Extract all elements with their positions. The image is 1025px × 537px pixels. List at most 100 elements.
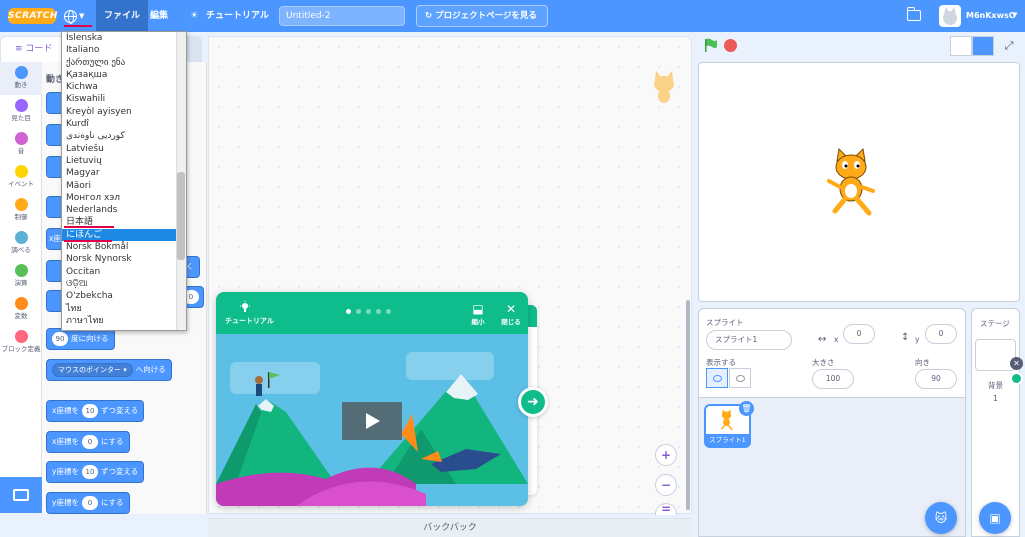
block-label: く — [186, 262, 194, 271]
avatar[interactable] — [939, 5, 961, 27]
size-input[interactable]: 100 — [812, 369, 854, 389]
language-option[interactable]: Norsk Nynorsk — [62, 253, 186, 265]
language-option[interactable]: کوردیی ناوەندی — [62, 130, 186, 142]
language-option[interactable]: Kreyòl ayisyen — [62, 106, 186, 118]
choose-backdrop-button[interactable]: ▣ — [979, 502, 1011, 534]
step-dot[interactable] — [386, 309, 391, 314]
add-extension-button[interactable] — [0, 477, 42, 513]
trash-icon: 🗑 — [741, 404, 752, 413]
category-my-blocks[interactable]: ブロック定義 — [0, 326, 42, 366]
category-looks[interactable]: 見た目 — [0, 95, 42, 128]
set-x-input[interactable]: 0 — [81, 435, 98, 449]
close-icon[interactable]: ✕ — [1010, 357, 1023, 370]
category-label: 変数 — [14, 312, 28, 320]
username[interactable]: M6nKxwsC — [966, 0, 1015, 32]
tab-code[interactable]: ≡ コード — [0, 36, 64, 62]
step-dot[interactable] — [366, 309, 371, 314]
category-label: 見た目 — [11, 114, 31, 122]
play-button[interactable] — [342, 402, 402, 440]
fullscreen-icon[interactable]: ⤢ — [998, 36, 1020, 56]
tutorial-video-thumbnail[interactable] — [216, 334, 528, 506]
language-option[interactable]: ଓଡ଼ିଆ — [62, 278, 186, 290]
green-flag-icon[interactable] — [704, 38, 718, 52]
step-dot[interactable] — [376, 309, 381, 314]
direction-input[interactable]: 90 — [915, 369, 957, 389]
language-option[interactable]: Latviešu — [62, 143, 186, 155]
step-dot[interactable] — [356, 309, 361, 314]
step-dot[interactable] — [346, 309, 351, 314]
category-events[interactable]: イベント — [0, 161, 42, 194]
sprite-cat[interactable] — [825, 147, 880, 217]
close-button[interactable]: ✕ 閉じる — [498, 302, 524, 326]
language-option[interactable]: Íslenska — [62, 32, 186, 44]
next-step-button[interactable]: ➜ — [518, 387, 548, 417]
zoom-in-button[interactable]: + — [655, 444, 677, 466]
show-sprite-button[interactable] — [706, 368, 728, 388]
scratch-logo[interactable]: SCRATCH — [8, 8, 57, 24]
extension-icon — [13, 489, 29, 501]
category-control[interactable]: 制御 — [0, 194, 42, 227]
delete-sprite-button[interactable]: 🗑 — [739, 401, 754, 416]
small-stage-button[interactable] — [950, 36, 972, 56]
language-menu-button[interactable]: ▼ — [64, 6, 92, 26]
set-y-block[interactable]: y座標を 0 にする — [46, 492, 130, 514]
backpack-bar[interactable]: バックパック — [208, 518, 692, 537]
change-y-input[interactable]: 10 — [81, 465, 98, 479]
x-position-input[interactable]: 0 — [843, 324, 875, 344]
category-variables[interactable]: 変数 — [0, 293, 42, 326]
zoom-out-button[interactable]: − — [655, 474, 677, 496]
language-option[interactable]: O'zbekcha — [62, 290, 186, 302]
language-option[interactable]: Nederlands — [62, 204, 186, 216]
language-option[interactable]: Kiswahili — [62, 93, 186, 105]
language-dropdown[interactable]: Íslenska Italiano ქართული ენა Қазақша Kichwa… — [61, 31, 187, 331]
change-x-block[interactable]: x座標を 10 ずつ変える — [46, 400, 145, 422]
category-operators[interactable]: 演算 — [0, 260, 42, 293]
code-icon: ≡ — [15, 44, 26, 54]
project-title-input[interactable]: Untitled-2 — [279, 6, 405, 26]
set-x-block[interactable]: x座標を 0 にする — [46, 431, 130, 453]
workspace-scrollbar[interactable] — [686, 300, 690, 510]
point-in-direction-block[interactable]: 90 度に向ける — [46, 328, 115, 350]
shrink-button[interactable]: ⬓ 縮小 — [465, 302, 491, 326]
category-dot-icon — [14, 132, 28, 145]
language-option[interactable]: Magyar — [62, 167, 186, 179]
tutorials-menu[interactable]: ☀ チュートリアル — [186, 0, 277, 32]
edit-menu[interactable]: 編集 — [142, 0, 176, 32]
point-towards-block[interactable]: マウスのポインター ▾ へ向ける — [46, 359, 172, 381]
set-y-input[interactable]: 0 — [81, 496, 98, 510]
category-sensing[interactable]: 調べる — [0, 227, 42, 260]
language-option[interactable]: ไทย — [62, 303, 186, 315]
y-position-input[interactable]: 0 — [925, 324, 957, 344]
language-option[interactable]: Kichwa — [62, 81, 186, 93]
language-option[interactable]: Монгол хэл — [62, 192, 186, 204]
towards-dropdown[interactable]: マウスのポインター ▾ — [52, 363, 133, 377]
change-y-block[interactable]: y座標を 10 ずつ変える — [46, 461, 145, 483]
choose-sprite-button[interactable]: 🐱 — [925, 502, 957, 534]
language-option[interactable]: Occitan — [62, 266, 186, 278]
language-option[interactable]: Māori — [62, 180, 186, 192]
see-project-page-label: プロジェクトページを見る — [435, 11, 537, 21]
my-stuff-folder-icon[interactable] — [906, 7, 921, 21]
hide-sprite-button[interactable] — [729, 368, 751, 388]
language-option[interactable]: Қазақша — [62, 69, 186, 81]
highlight-underline — [64, 240, 112, 242]
language-scrollbar[interactable] — [176, 32, 186, 330]
file-menu[interactable]: ファイル — [96, 0, 149, 32]
language-option[interactable]: Norsk Bokmål — [62, 241, 186, 253]
language-option[interactable]: ภาษาไทย — [62, 315, 186, 327]
large-stage-button[interactable] — [972, 36, 994, 56]
change-x-input[interactable]: 10 — [81, 404, 98, 418]
see-project-page-button[interactable]: ↻ プロジェクトページを見る — [416, 5, 548, 27]
language-option[interactable]: Italiano — [62, 44, 186, 56]
stop-button[interactable] — [724, 39, 737, 52]
block-label: x座標を — [52, 406, 79, 415]
language-option[interactable]: Kurdî — [62, 118, 186, 130]
chevron-down-icon: ▼ — [79, 12, 85, 20]
sprite-name-input[interactable]: スプライト1 — [706, 330, 792, 350]
category-motion[interactable]: 動き — [0, 62, 42, 95]
language-option[interactable]: Lietuvių — [62, 155, 186, 167]
scrollbar-thumb[interactable] — [177, 172, 185, 260]
category-sound[interactable]: 音 — [0, 128, 42, 161]
direction-input[interactable]: 90 — [52, 332, 68, 346]
language-option[interactable]: ქართული ენა — [62, 57, 186, 69]
